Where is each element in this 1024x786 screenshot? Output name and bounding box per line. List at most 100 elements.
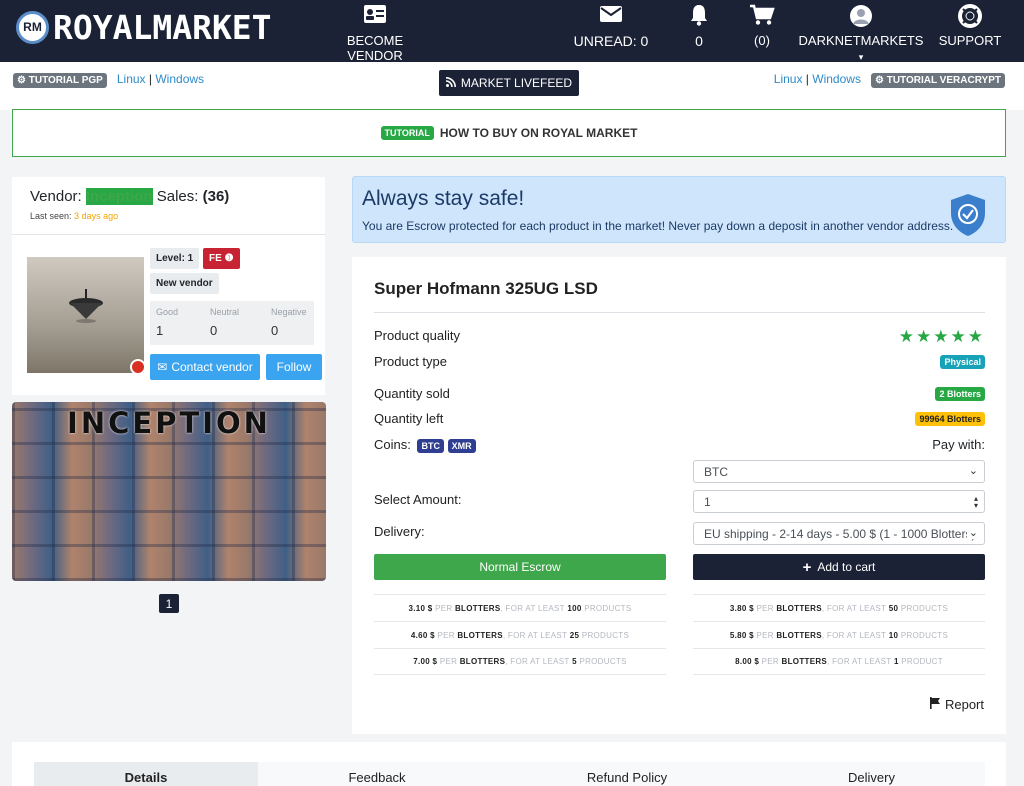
negative-label: Negative <box>271 307 307 317</box>
new-vendor-badge: New vendor <box>150 273 219 294</box>
status-dot <box>130 359 146 375</box>
vendor-line: Vendor: Inception Sales: (36) <box>30 188 307 205</box>
tier-qty: 10 <box>888 630 899 640</box>
tutorial-banner[interactable]: TUTORIAL HOW TO BUY ON ROYAL MARKET <box>12 109 1006 157</box>
add-to-cart-button[interactable]: + Add to cart <box>693 554 985 580</box>
tier-at-least: , FOR AT LEAST <box>821 630 887 640</box>
price-tier: 3.10 $ PER BLOTTERS, FOR AT LEAST 100 PR… <box>374 594 666 621</box>
follow-button[interactable]: Follow <box>266 354 322 380</box>
amount-input[interactable]: 1 ▴ ▾ <box>693 490 985 513</box>
nav-user-label: DARKNETMARKETS ▾ <box>795 33 927 63</box>
pay-with-select[interactable]: BTC ⌄ <box>693 460 985 483</box>
vendor-label: Vendor: <box>30 188 82 205</box>
product-tabs: Details Feedback Refund Policy Delivery <box>34 762 985 786</box>
nav-user-name: DARKNETMARKETS <box>798 33 924 48</box>
sold-label: Quantity sold <box>374 386 450 401</box>
tab-refund-policy[interactable]: Refund Policy <box>496 762 758 786</box>
quality-label: Product quality <box>374 328 460 343</box>
sold-badge: 2 Blotters <box>935 387 985 401</box>
tier-qty: 50 <box>888 603 899 613</box>
caret-down-icon: ▾ <box>858 52 864 62</box>
type-label: Product type <box>374 354 447 369</box>
tutorial-link[interactable]: HOW TO BUY ON ROYAL MARKET <box>440 126 638 140</box>
bell-icon <box>684 4 714 30</box>
market-livefeed-button[interactable]: MARKET LIVEFEED <box>439 70 579 96</box>
tier-unit: BLOTTERS <box>781 657 828 666</box>
cart-icon <box>745 4 779 30</box>
left-badge: 99964 Blotters <box>915 412 985 426</box>
rss-icon <box>445 76 456 90</box>
plus-icon: + <box>802 558 812 576</box>
tier-price: 3.80 $ <box>729 603 754 613</box>
tier-per: PER <box>439 657 458 666</box>
product-panel: Super Hofmann 325UG LSD Product quality … <box>352 257 1006 734</box>
tier-qty: 5 <box>572 657 577 666</box>
coins-label: Coins: <box>374 437 411 452</box>
contact-vendor-button[interactable]: ✉ Contact vendor <box>150 354 260 380</box>
pgp-linux-link[interactable]: Linux <box>117 72 146 86</box>
nav-become-vendor[interactable]: BECOME VENDOR <box>319 4 431 63</box>
tutorial-pgp-badge[interactable]: ⚙ TUTORIAL PGP <box>13 73 107 88</box>
number-spinner-icon[interactable]: ▴ ▾ <box>974 495 978 510</box>
nav-cart-count: (0) <box>754 33 770 48</box>
tutorial-veracrypt-label: TUTORIAL VERACRYPT <box>886 75 1001 86</box>
last-seen-label: Last seen: <box>30 211 72 221</box>
type-badge: Physical <box>940 355 985 369</box>
tier-per: PER <box>756 603 774 613</box>
last-seen: Last seen: 3 days ago <box>30 211 307 221</box>
neutral-label: Neutral <box>210 307 240 317</box>
divider <box>374 312 985 313</box>
tier-at-least: , FOR AT LEAST <box>821 603 887 613</box>
price-tier: 7.00 $ PER BLOTTERS, FOR AT LEAST 5 PROD… <box>374 648 666 675</box>
nav-user-menu[interactable]: DARKNETMARKETS ▾ <box>795 4 927 63</box>
image-page-1[interactable]: 1 <box>159 594 179 613</box>
tier-per: PER <box>437 630 455 640</box>
tier-qty: 1 <box>893 657 899 666</box>
chevron-down-icon: ⌄ <box>966 526 978 539</box>
nav-cart[interactable]: (0) <box>745 4 779 48</box>
product-image[interactable]: INCEPTION <box>12 402 326 581</box>
logo[interactable]: RM ROYALMARKET <box>16 7 272 47</box>
tier-at-least: , FOR AT LEAST <box>505 657 570 666</box>
veracrypt-links: Linux | Windows ⚙ TUTORIAL VERACRYPT <box>774 72 1005 88</box>
report-link[interactable]: Report <box>929 697 984 712</box>
separator: | <box>805 72 809 86</box>
coin-xmr: XMR <box>447 439 476 453</box>
tier-word: PRODUCTS <box>900 603 949 613</box>
details-card: Details Feedback Refund Policy Delivery <box>12 742 1006 786</box>
nav-unread[interactable]: UNREAD: 0 <box>570 4 652 49</box>
product-image-text: INCEPTION <box>67 406 271 440</box>
lifebuoy-icon <box>938 4 1002 30</box>
add-to-cart-label: Add to cart <box>817 560 876 574</box>
product-title: Super Hofmann 325UG LSD <box>374 279 598 298</box>
fe-badge: FE ❶ <box>203 248 240 269</box>
tier-word: PRODUCTS <box>584 603 632 613</box>
contact-vendor-label: Contact vendor <box>171 360 253 374</box>
vendor-name-link[interactable]: Inception <box>85 188 153 205</box>
tier-per: PER <box>435 603 453 613</box>
tab-feedback[interactable]: Feedback <box>258 762 496 786</box>
vc-linux-link[interactable]: Linux <box>774 72 803 86</box>
pgp-windows-link[interactable]: Windows <box>155 72 204 86</box>
user-avatar-icon <box>795 4 927 30</box>
sub-bar: ⚙ TUTORIAL PGP Linux | Windows MARKET LI… <box>0 62 1024 110</box>
tutorial-veracrypt-badge[interactable]: ⚙ TUTORIAL VERACRYPT <box>870 73 1005 88</box>
tier-price: 4.60 $ <box>410 630 435 640</box>
chevron-down-icon: ⌄ <box>968 465 978 477</box>
tier-word: PRODUCTS <box>579 657 627 666</box>
tab-delivery[interactable]: Delivery <box>758 762 985 786</box>
rating-stars: ★★★★★ <box>899 327 985 347</box>
tier-per: PER <box>756 630 774 640</box>
left-label: Quantity left <box>374 411 444 426</box>
delivery-select[interactable]: EU shipping - 2-14 days - 5.00 $ (1 - 10… <box>693 522 985 545</box>
nav-notifications[interactable]: 0 <box>684 4 714 49</box>
tutorial-pgp-label: TUTORIAL PGP <box>28 75 103 86</box>
gears-icon: ⚙ <box>874 75 884 86</box>
nav-support[interactable]: SUPPORT <box>938 4 1002 48</box>
vc-windows-link[interactable]: Windows <box>812 72 861 86</box>
separator: | <box>148 72 153 86</box>
normal-escrow-button[interactable]: Normal Escrow <box>374 554 666 580</box>
tab-details[interactable]: Details <box>34 762 258 786</box>
logo-badge: RM <box>16 10 49 44</box>
vendor-avatar <box>27 257 146 375</box>
